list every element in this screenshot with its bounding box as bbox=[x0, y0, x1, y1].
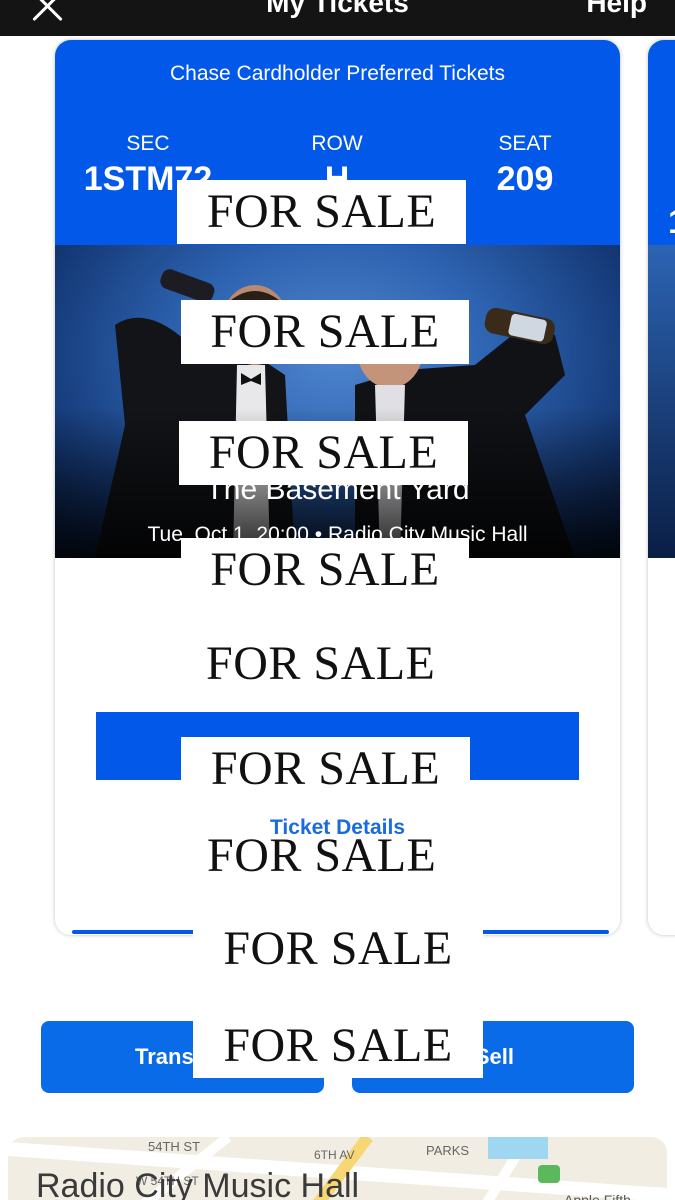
for-sale-overlay: FOR SALE bbox=[181, 300, 469, 364]
next-ticket-image bbox=[648, 245, 675, 558]
venue-map[interactable]: 54TH ST W 54TH ST 6TH AV PARKS Apple Fif… bbox=[8, 1137, 667, 1200]
for-sale-overlay: FOR SALE bbox=[206, 637, 436, 690]
for-sale-overlay: FOR SALE bbox=[181, 538, 469, 602]
map-poi-label: Apple Fifth bbox=[564, 1192, 631, 1200]
top-nav-bar: My Tickets Help bbox=[0, 0, 675, 36]
map-venue-label: Radio City Music Hall bbox=[36, 1167, 360, 1200]
for-sale-overlay: FOR SALE bbox=[177, 180, 466, 244]
for-sale-overlay: FOR SALE bbox=[181, 737, 470, 801]
page-title: My Tickets bbox=[266, 0, 409, 18]
event-image: The Basement Yard Tue, Oct 1, 20:00 • Ra… bbox=[55, 245, 620, 558]
for-sale-overlay: FOR SALE bbox=[207, 829, 437, 882]
seat-label: SEAT bbox=[498, 132, 552, 155]
map-street-label: 6TH AV bbox=[314, 1148, 354, 1162]
section-label: SEC bbox=[126, 132, 170, 155]
row-label: ROW bbox=[311, 132, 363, 155]
next-ticket-card[interactable]: 1 bbox=[648, 40, 675, 935]
next-ticket-section-digit: 1 bbox=[668, 203, 675, 242]
map-street-label: PARKS bbox=[426, 1143, 469, 1158]
help-link[interactable]: Help bbox=[586, 0, 647, 19]
for-sale-overlay: FOR SALE bbox=[179, 421, 468, 485]
ticket-type-label: Chase Cardholder Preferred Tickets bbox=[170, 62, 505, 85]
map-street-label: 54TH ST bbox=[148, 1139, 200, 1154]
for-sale-overlay: FOR SALE bbox=[193, 917, 483, 981]
for-sale-overlay: FOR SALE bbox=[193, 1014, 483, 1078]
